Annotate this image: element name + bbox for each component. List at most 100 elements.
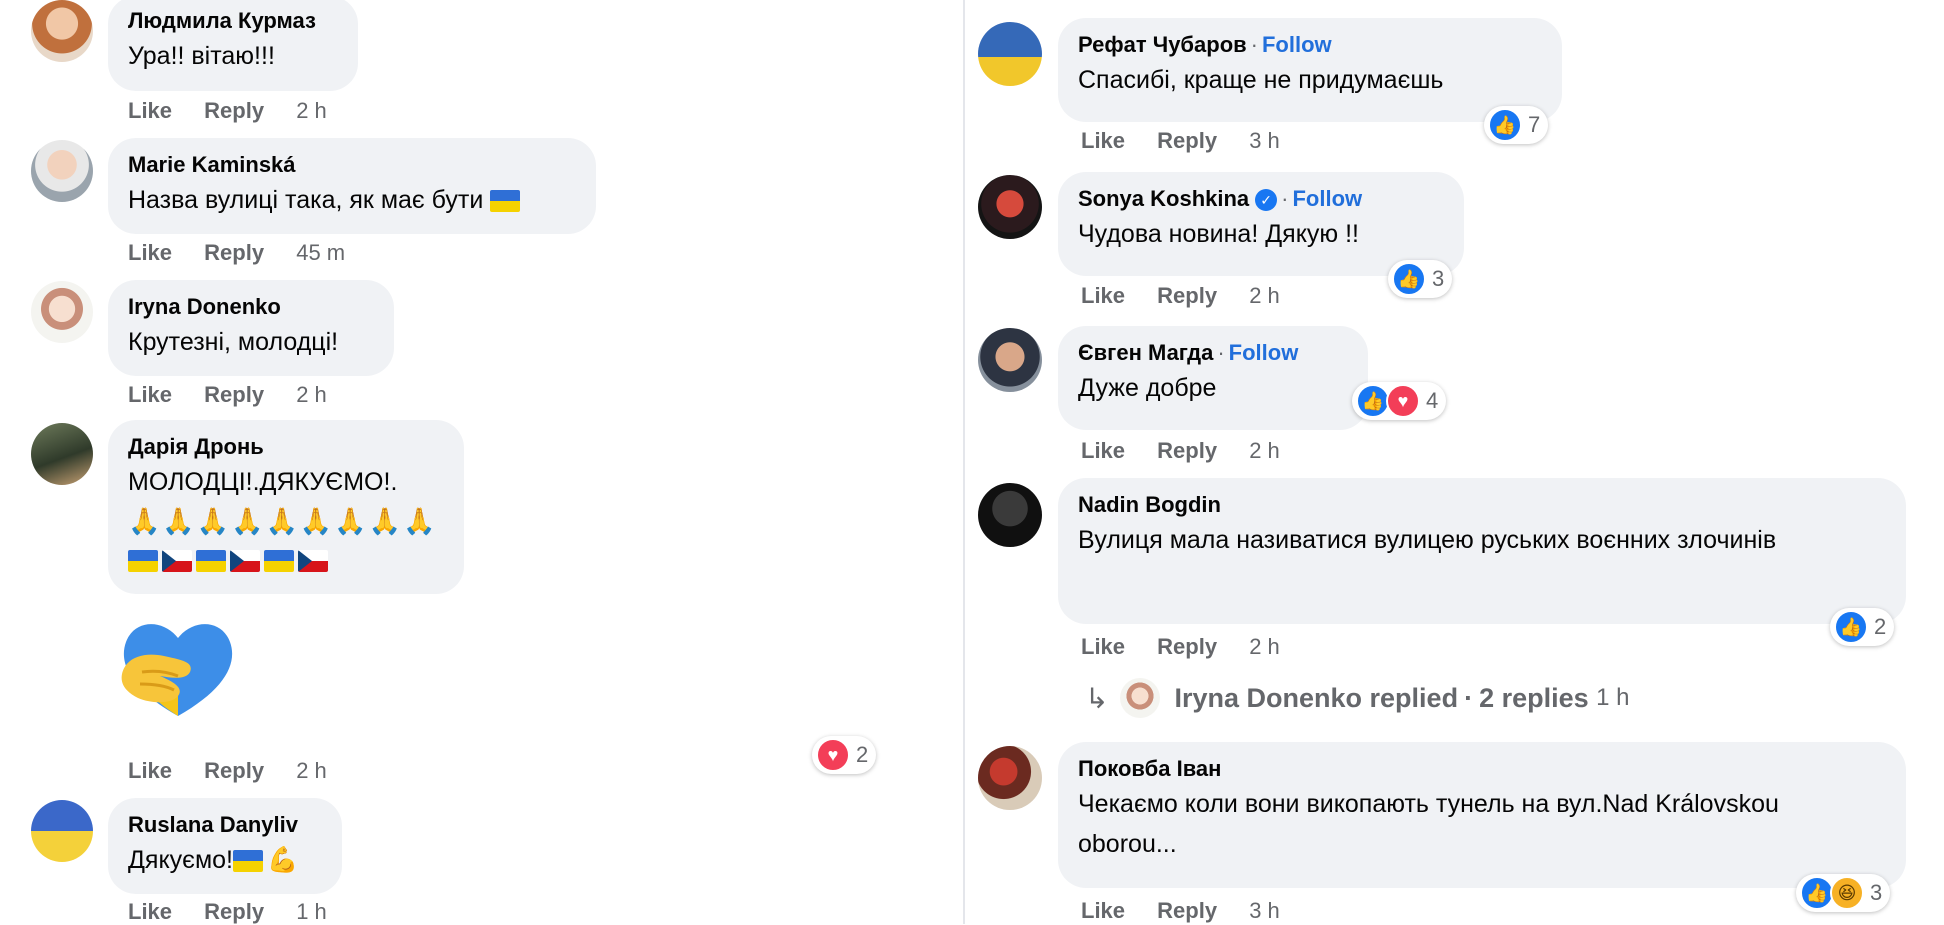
separator-dot: · (1464, 682, 1474, 713)
comment-author[interactable]: Рефат Чубаров (1078, 32, 1247, 57)
reply-button[interactable]: Reply (204, 98, 264, 123)
like-reaction-icon: 👍 (1800, 876, 1834, 910)
comment-actions: Like Reply 2 h (128, 758, 327, 784)
avatar[interactable] (978, 328, 1042, 392)
comment-actions: Like Reply 2 h (128, 98, 327, 124)
like-reaction-icon: 👍 (1834, 610, 1868, 644)
comment-actions: Like Reply 3 h (1081, 898, 1280, 924)
reaction-summary[interactable]: 👍 😆 3 (1796, 874, 1891, 912)
comment-bubble: Рефат Чубаров · Follow Спасибі, краще не п… (1058, 18, 1562, 122)
comment-actions: Like Reply 2 h (1081, 438, 1280, 464)
reaction-summary[interactable]: 👍 3 (1388, 260, 1453, 298)
like-button[interactable]: Like (1081, 283, 1125, 308)
reply-avatar (1120, 678, 1161, 718)
like-reaction-icon: 👍 (1488, 108, 1522, 142)
reply-button[interactable]: Reply (1157, 283, 1217, 308)
avatar[interactable] (31, 423, 93, 485)
reply-button[interactable]: Reply (204, 382, 264, 407)
column-divider (963, 0, 965, 924)
heart-hands-sticker-icon (121, 624, 233, 716)
avatar[interactable] (978, 175, 1042, 239)
reply-button[interactable]: Reply (1157, 128, 1217, 153)
comment-text: Спасибі, краще не придумаєшь (1078, 66, 1444, 94)
like-button[interactable]: Like (1081, 898, 1125, 923)
comment-text-content: Дякуємо! (128, 846, 233, 874)
comment-author[interactable]: Поковба Іван (1078, 754, 1886, 784)
reaction-summary[interactable]: ♥ 2 (812, 736, 877, 774)
comment-time[interactable]: 45 m (296, 240, 345, 265)
folded-hands-emoji-row: 🙏🙏🙏🙏🙏🙏🙏🙏🙏 (128, 506, 438, 536)
comment-time[interactable]: 2 h (1249, 283, 1280, 308)
comment-bubble: Євген Магда · Follow Дуже добре (1058, 326, 1368, 430)
reaction-count: 7 (1528, 112, 1541, 137)
comment-actions: Like Reply 3 h (1081, 128, 1280, 154)
comment-text: Вулиця мала називатися вулицею руських в… (1078, 526, 1777, 554)
comment-bubble: Дарія Дронь МОЛОДЦІ!.ДЯКУЄМО!. 🙏🙏🙏🙏🙏🙏🙏🙏🙏 (108, 420, 464, 594)
love-reaction-icon: ♥ (816, 738, 850, 772)
reply-button[interactable]: Reply (204, 758, 264, 783)
like-button[interactable]: Like (128, 240, 172, 265)
comment-actions: Like Reply 2 h (1081, 634, 1280, 660)
comment-text-content: Назва вулиці така, як має бути (128, 186, 484, 214)
comment-bubble: Nadin Bogdin Вулиця мала називатися вули… (1058, 478, 1906, 624)
czech-flag-icon (162, 550, 192, 573)
reply-button[interactable]: Reply (204, 240, 264, 265)
follow-button[interactable]: Follow (1292, 186, 1362, 211)
reply-button[interactable]: Reply (204, 899, 264, 924)
avatar[interactable] (31, 0, 93, 62)
like-button[interactable]: Like (128, 899, 172, 924)
comment-author[interactable]: Дарія Дронь (128, 432, 444, 462)
reply-button[interactable]: Reply (1157, 898, 1217, 923)
like-button[interactable]: Like (128, 382, 172, 407)
like-reaction-icon: 👍 (1392, 262, 1426, 296)
comment-time[interactable]: 2 h (1249, 438, 1280, 463)
avatar[interactable] (31, 281, 93, 343)
follow-button[interactable]: Follow (1229, 340, 1299, 365)
comment-time[interactable]: 3 h (1249, 898, 1280, 923)
flexed-biceps-icon: 💪 (266, 846, 299, 874)
avatar[interactable] (978, 22, 1042, 86)
comment-author[interactable]: Ruslana Danyliv (128, 810, 322, 840)
like-button[interactable]: Like (1081, 634, 1125, 659)
comment-time[interactable]: 2 h (1249, 634, 1280, 659)
reaction-summary[interactable]: 👍 ♥ 4 (1352, 382, 1447, 420)
comment-author[interactable]: Sonya Koshkina (1078, 186, 1249, 211)
reply-button[interactable]: Reply (1157, 634, 1217, 659)
czech-flag-icon (298, 550, 328, 573)
view-replies-link[interactable]: ↳ Iryna Donenko replied · 2 replies 1 h (1085, 678, 1630, 718)
like-button[interactable]: Like (128, 758, 172, 783)
comment-time[interactable]: 2 h (296, 382, 327, 407)
reply-button[interactable]: Reply (1157, 438, 1217, 463)
like-reaction-icon: 👍 (1356, 384, 1390, 418)
laughing-reaction-icon: 😆 (1830, 876, 1864, 910)
comment-bubble: Iryna Donenko Крутезні, молодці! (108, 280, 394, 376)
reaction-summary[interactable]: 👍 2 (1830, 608, 1895, 646)
comment-author[interactable]: Євген Магда (1078, 340, 1213, 365)
avatar[interactable] (31, 140, 93, 202)
reply-author: Iryna Donenko (1174, 682, 1363, 713)
like-button[interactable]: Like (1081, 128, 1125, 153)
comment-author[interactable]: Iryna Donenko (128, 292, 374, 322)
follow-button[interactable]: Follow (1262, 32, 1332, 57)
comment-author[interactable]: Marie Kaminská (128, 150, 576, 180)
comment-author[interactable]: Nadin Bogdin (1078, 490, 1886, 520)
avatar[interactable] (978, 746, 1042, 810)
comment-author[interactable]: Людмила Курмаз (128, 6, 338, 36)
comment-bubble: Поковба Іван Чекаємо коли вони викопають… (1058, 742, 1906, 888)
like-button[interactable]: Like (1081, 438, 1125, 463)
comment-time[interactable]: 3 h (1249, 128, 1280, 153)
comment-time[interactable]: 2 h (296, 98, 327, 123)
reply-count: 2 replies (1479, 682, 1589, 713)
comment-time[interactable]: 2 h (296, 758, 327, 783)
comment-text: Дуже добре (1078, 374, 1217, 402)
comment-time[interactable]: 1 h (296, 899, 327, 924)
comment-text: Чудова новина! Дякую !! (1078, 220, 1360, 248)
like-button[interactable]: Like (128, 98, 172, 123)
love-reaction-icon: ♥ (1386, 384, 1420, 418)
reply-arrow-icon: ↳ (1085, 682, 1109, 714)
czech-flag-icon (230, 550, 260, 573)
reaction-count: 3 (1870, 880, 1883, 905)
reaction-summary[interactable]: 👍 7 (1484, 106, 1549, 144)
avatar[interactable] (31, 800, 93, 862)
avatar[interactable] (978, 483, 1042, 547)
